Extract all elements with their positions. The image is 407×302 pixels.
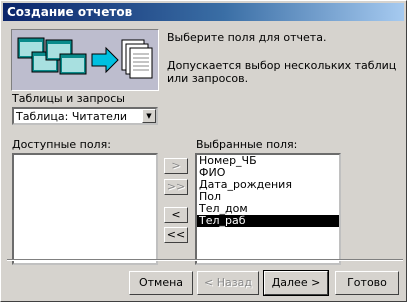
report-wizard-window: Создание отчетов Выберите поля для отчет… (0, 0, 407, 302)
remove-all-fields-button[interactable]: << (164, 227, 188, 243)
tables-to-report-icon (17, 37, 153, 79)
selected-fields-label: Выбранные поля: (196, 138, 298, 151)
description-line-2: Допускается выбор нескольких таблиц или … (167, 59, 397, 85)
add-field-button[interactable]: > (164, 158, 188, 174)
separator (7, 259, 403, 261)
finish-button[interactable]: Готово (335, 271, 399, 295)
add-all-fields-button[interactable]: >> (164, 179, 188, 195)
available-fields-label: Доступные поля: (12, 138, 111, 151)
window-title: Создание отчетов (7, 5, 133, 19)
tables-label: Таблицы и запросы (12, 92, 125, 105)
selected-fields-list[interactable]: Номер_ЧБ ФИО Дата_рождения Пол Тел_дом Т… (195, 153, 341, 265)
back-button[interactable]: < Назад (197, 271, 259, 295)
remove-field-button[interactable]: < (164, 207, 188, 223)
wizard-illustration (11, 29, 159, 91)
tables-combobox-value: Таблица: Читатели (16, 110, 128, 123)
available-fields-list[interactable] (12, 153, 158, 265)
cancel-button[interactable]: Отмена (129, 271, 193, 295)
list-item-selected[interactable]: Тел_раб (197, 215, 339, 227)
tables-combobox[interactable]: Таблица: Читатели ▼ (12, 107, 158, 125)
next-button[interactable]: Далее > (263, 270, 329, 296)
dropdown-arrow-icon[interactable]: ▼ (142, 109, 156, 123)
description-line-1: Выберите поля для отчета. (167, 31, 327, 44)
title-bar[interactable]: Создание отчетов (3, 3, 404, 21)
